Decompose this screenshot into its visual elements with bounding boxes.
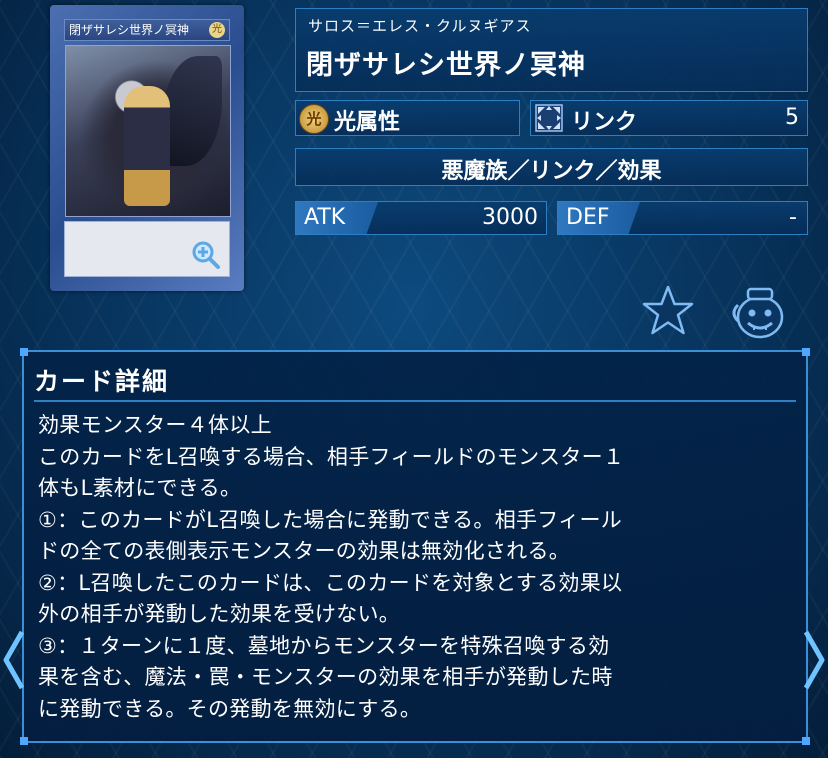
detail-divider <box>34 400 796 402</box>
link-panel: リンク 5 <box>530 100 808 136</box>
def-value: - <box>789 205 797 230</box>
atk-value: 3000 <box>482 205 538 230</box>
star-icon[interactable] <box>640 283 696 339</box>
card-image[interactable]: 閉ザサレシ世界ノ冥神 光 <box>50 5 244 291</box>
artwork-wing <box>162 56 222 166</box>
pot-of-greed-icon[interactable] <box>730 283 788 341</box>
card-name: 閉ザサレシ世界ノ冥神 <box>306 50 586 81</box>
card-image-name: 閉ザサレシ世界ノ冥神 光 <box>64 19 230 41</box>
corner-ornament <box>802 348 810 356</box>
zoom-in-icon[interactable] <box>191 240 221 270</box>
card-artwork <box>65 45 231 217</box>
card-image-attribute-icon: 光 <box>209 22 225 38</box>
card-title-panel: サロス＝エレス・クルヌギアス 閉ザサレシ世界ノ冥神 <box>295 8 808 92</box>
chevron-right-icon[interactable] <box>802 628 826 692</box>
link-label: リンク <box>571 110 638 135</box>
link-arrows-icon <box>535 104 563 132</box>
card-image-text-box <box>64 221 230 277</box>
chevron-left-icon[interactable] <box>2 628 26 692</box>
type-panel: 悪魔族／リンク／効果 <box>295 148 808 186</box>
detail-heading: カード詳細 <box>34 367 170 396</box>
def-panel: DEF - <box>557 201 808 235</box>
atk-label: ATK <box>304 205 346 230</box>
atk-panel: ATK 3000 <box>295 201 547 235</box>
corner-ornament <box>20 737 28 745</box>
corner-ornament <box>20 348 28 356</box>
corner-ornament <box>802 737 810 745</box>
card-reading: サロス＝エレス・クルヌギアス <box>308 17 532 35</box>
card-detail-box[interactable]: カード詳細 効果モンスター４体以上 このカードをL召喚する場合、相手フィールドの… <box>20 348 810 745</box>
light-attribute-icon: 光 <box>299 104 329 134</box>
attribute-label: 光属性 <box>334 110 401 135</box>
link-rating: 5 <box>785 105 799 130</box>
artwork-figure <box>124 86 170 206</box>
card-effect-text: 効果モンスター４体以上 このカードをL召喚する場合、相手フィールドのモンスター１… <box>38 413 625 721</box>
def-label: DEF <box>566 205 610 230</box>
attribute-panel: 光 光属性 <box>295 100 520 136</box>
card-types: 悪魔族／リンク／効果 <box>441 159 662 184</box>
